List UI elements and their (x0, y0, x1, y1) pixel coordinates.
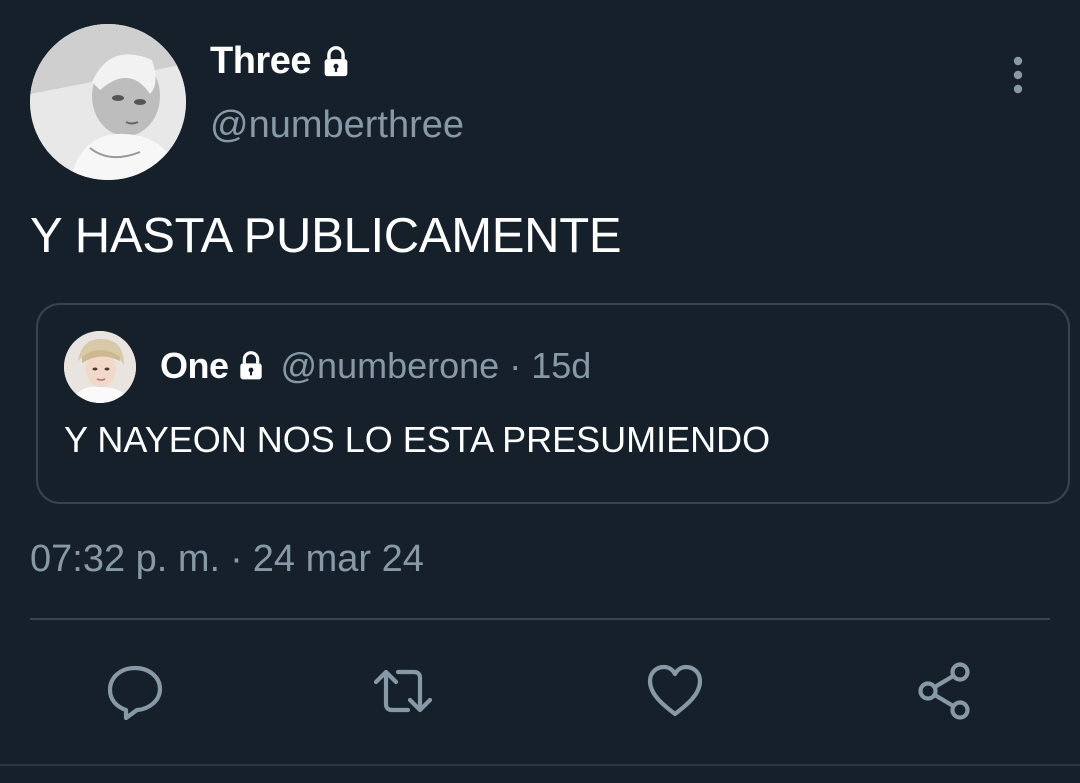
avatar-photo-icon (30, 24, 186, 180)
tweet-detail: Three @numberthree Y HASTA PUBLICAMENTE (0, 0, 1080, 783)
author-name-row: Three (210, 40, 353, 83)
retweet-button[interactable] (372, 660, 434, 722)
tweet-text: Y HASTA PUBLICAMENTE (30, 209, 622, 263)
more-vertical-icon[interactable] (1000, 52, 1036, 98)
quoted-tweet-card[interactable]: One @numberone · 15d Y NAYEON NOS LO EST… (36, 303, 1070, 504)
avatar-photo-icon (64, 331, 136, 403)
tweet-time: 07:32 p. m. (30, 538, 221, 580)
quoted-tweet-text: Y NAYEON NOS LO ESTA PRESUMIENDO (64, 419, 771, 460)
quoted-separator: · (509, 345, 522, 386)
retweet-icon (373, 669, 433, 713)
quoted-author-avatar[interactable] (64, 331, 136, 403)
quoted-tweet-header: One @numberone · 15d (160, 345, 591, 387)
quoted-author-display-name: One (160, 345, 229, 386)
bottom-divider (0, 764, 1080, 766)
divider (30, 618, 1050, 620)
author-display-name[interactable]: Three (210, 40, 311, 83)
lock-icon (235, 350, 267, 382)
share-icon (918, 662, 970, 720)
tweet-date: 24 mar 24 (252, 538, 424, 580)
tweet-timestamp[interactable]: 07:32 p. m. · 24 mar 24 (30, 538, 424, 581)
quoted-tweet-age: 15d (531, 345, 592, 386)
quoted-author-handle: @numberone (280, 345, 500, 386)
timestamp-separator: · (230, 538, 243, 580)
reply-button[interactable] (104, 660, 166, 722)
share-button[interactable] (914, 660, 976, 722)
lock-icon (319, 45, 353, 79)
heart-icon (647, 664, 703, 717)
like-button[interactable] (644, 660, 706, 722)
author-handle[interactable]: @numberthree (210, 104, 464, 147)
reply-icon (107, 665, 163, 721)
author-avatar[interactable] (30, 24, 186, 180)
